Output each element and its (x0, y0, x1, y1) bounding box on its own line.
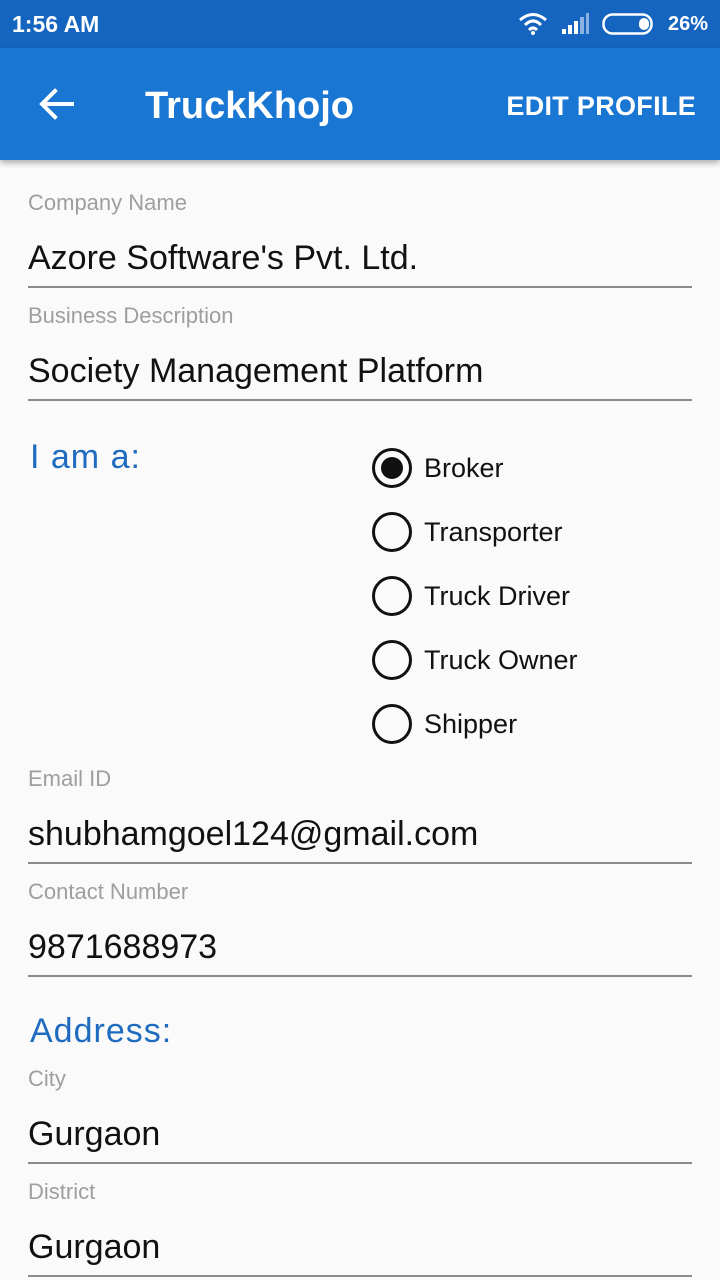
status-icons: 26% (518, 12, 708, 36)
radio-label: Broker (424, 452, 504, 483)
radio-truck-driver[interactable]: Truck Driver (372, 564, 578, 628)
back-button[interactable] (30, 80, 82, 132)
email-input[interactable]: shubhamgoel124@gmail.com (28, 812, 692, 864)
edit-profile-button[interactable]: EDIT PROFILE (506, 88, 696, 124)
status-time: 1:56 AM (12, 10, 100, 37)
district-input[interactable]: Gurgaon (28, 1225, 692, 1277)
city-input[interactable]: Gurgaon (28, 1112, 692, 1164)
district-field[interactable]: District Gurgaon (28, 1177, 692, 1277)
role-heading: I am a: (30, 438, 141, 476)
battery-percent: 26% (667, 12, 708, 35)
business-description-label: Business Description (28, 303, 234, 328)
radio-button-checked[interactable] (372, 448, 412, 488)
company-name-field[interactable]: Company Name Azore Software's Pvt. Ltd. (28, 188, 692, 288)
city-field[interactable]: City Gurgaon (28, 1064, 692, 1164)
contact-field[interactable]: Contact Number 9871688973 (28, 877, 692, 977)
arrow-left-icon (38, 87, 74, 125)
signal-icon (560, 13, 590, 35)
radio-label: Shipper (424, 708, 518, 739)
radio-broker[interactable]: Broker (372, 436, 578, 500)
business-description-field[interactable]: Business Description Society Management … (28, 301, 692, 401)
radio-label: Truck Owner (424, 644, 578, 675)
radio-label: Truck Driver (424, 580, 570, 611)
radio-truck-owner[interactable]: Truck Owner (372, 628, 578, 692)
radio-label: Transporter (424, 516, 563, 547)
contact-input[interactable]: 9871688973 (28, 925, 692, 977)
district-label: District (28, 1179, 96, 1204)
city-label: City (28, 1066, 66, 1091)
role-radio-group: Broker Transporter Truck Driver Truck Ow… (372, 436, 578, 756)
wifi-icon (518, 12, 548, 36)
contact-label: Contact Number (28, 879, 189, 904)
radio-button[interactable] (372, 576, 412, 616)
app-title: TruckKhojo (145, 85, 355, 127)
business-description-input[interactable]: Society Management Platform (28, 349, 692, 401)
app-bar: TruckKhojo EDIT PROFILE (0, 48, 720, 160)
radio-transporter[interactable]: Transporter (372, 500, 578, 564)
address-heading: Address: (30, 1012, 173, 1050)
company-name-label: Company Name (28, 190, 187, 215)
radio-shipper[interactable]: Shipper (372, 692, 578, 756)
battery-icon (602, 13, 656, 35)
status-bar: 1:56 AM 26% (0, 0, 720, 48)
email-label: Email ID (28, 766, 112, 791)
radio-button[interactable] (372, 512, 412, 552)
radio-button[interactable] (372, 640, 412, 680)
email-field[interactable]: Email ID shubhamgoel124@gmail.com (28, 764, 692, 864)
company-name-input[interactable]: Azore Software's Pvt. Ltd. (28, 236, 692, 288)
radio-button[interactable] (372, 704, 412, 744)
